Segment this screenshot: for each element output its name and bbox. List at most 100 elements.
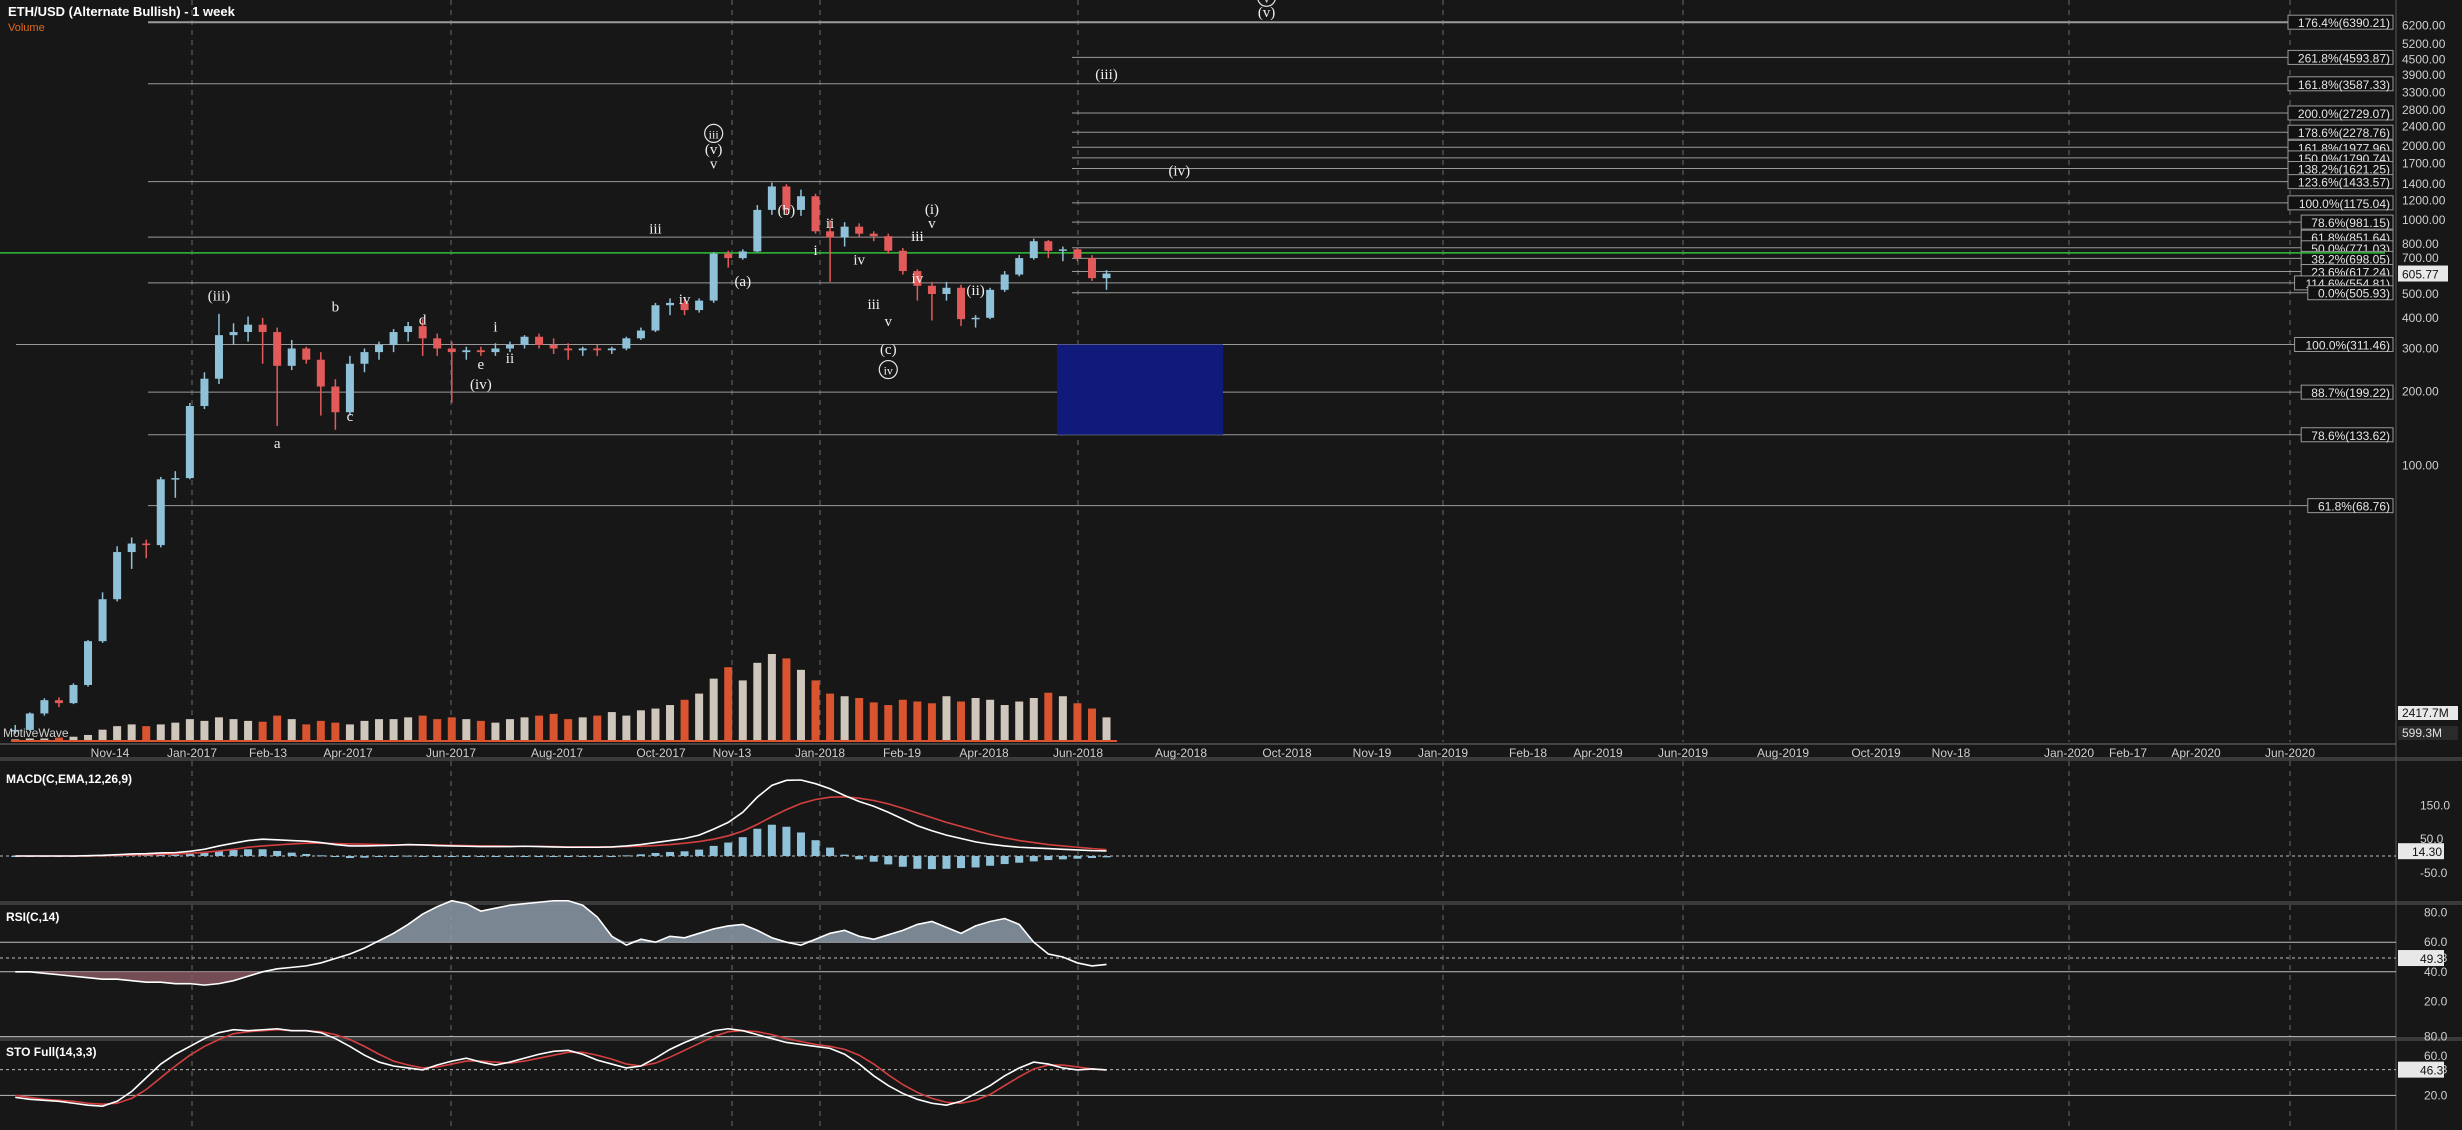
macd-histogram-bar — [942, 856, 951, 869]
macd-histogram-bar — [855, 856, 864, 860]
candle-body — [636, 330, 645, 339]
x-tick-label: Jan-2019 — [1418, 746, 1468, 760]
macd-histogram-bar — [593, 856, 602, 857]
volume-bar — [433, 719, 442, 742]
volume-bar — [1087, 708, 1096, 742]
candle-body — [753, 209, 762, 252]
macd-histogram-bar — [316, 855, 325, 857]
volume-bar — [636, 710, 645, 742]
macd-histogram-bar — [404, 855, 413, 857]
volume-bar — [680, 699, 689, 742]
wave-label: (iii) — [1095, 67, 1118, 83]
fib-level-label: 78.6%(981.15) — [2311, 216, 2390, 230]
candle-body — [520, 336, 529, 345]
volume-bar — [535, 715, 544, 742]
volume-bar — [564, 719, 573, 742]
volume-label: Volume — [8, 22, 45, 34]
volume-bar — [869, 702, 878, 742]
x-tick-label: Oct-2018 — [1262, 746, 1312, 760]
candle-body — [1102, 273, 1111, 279]
volume-bar — [811, 680, 820, 742]
macd-histogram-bar — [273, 850, 282, 856]
candle-body — [971, 317, 980, 320]
rsi-y-tick: 20.0 — [2424, 994, 2448, 1008]
macd-histogram-bar — [622, 855, 631, 857]
candle-body — [942, 287, 951, 294]
candle-body — [1087, 258, 1096, 279]
wave-label: d — [419, 313, 427, 329]
volume-bar — [1000, 705, 1009, 742]
candle-body — [98, 599, 107, 642]
candle-body — [433, 338, 442, 349]
x-tick-label: Nov-13 — [713, 746, 752, 760]
macd-y-tick: -50.0 — [2420, 866, 2448, 880]
candle-body — [331, 386, 340, 413]
volume-bar — [826, 693, 835, 742]
x-tick-label: Oct-2017 — [636, 746, 686, 760]
y-tick-label: 200.00 — [2402, 385, 2439, 399]
x-tick-label: Aug-2018 — [1155, 746, 1207, 760]
macd-histogram-bar — [1087, 856, 1096, 859]
y-tick-label: 700.00 — [2402, 251, 2439, 265]
volume-bar — [447, 717, 456, 742]
volume-bar — [927, 703, 936, 742]
wave-label: v — [885, 314, 893, 330]
candle-body — [229, 332, 238, 336]
volume-bar — [244, 720, 253, 742]
macd-histogram-bar — [418, 856, 427, 857]
macd-histogram-bar — [753, 828, 762, 856]
candle-body — [957, 287, 966, 320]
volume-bar — [855, 698, 864, 742]
macd-histogram-bar — [651, 852, 660, 856]
candle-body — [156, 479, 165, 546]
volume-bar — [360, 720, 369, 742]
macd-histogram-bar — [185, 853, 194, 856]
volume-bar — [738, 680, 747, 742]
candle-body — [1044, 241, 1053, 251]
candle-body — [113, 552, 122, 600]
sto-y-tick: 20.0 — [2424, 1088, 2448, 1102]
volume-bar — [724, 667, 733, 742]
candle-body — [200, 378, 209, 406]
macd-histogram-bar — [287, 852, 296, 856]
wave-label: ii — [826, 216, 834, 232]
macd-histogram-bar — [986, 856, 995, 866]
volume-bar — [1058, 696, 1067, 742]
macd-y-tick: 150.0 — [2420, 799, 2450, 813]
macd-histogram-bar — [927, 856, 936, 870]
candle-body — [986, 289, 995, 318]
x-tick-label: Aug-2019 — [1757, 746, 1809, 760]
candle-body — [244, 324, 253, 333]
y-tick-label: 400.00 — [2402, 311, 2439, 325]
macd-histogram-bar — [331, 856, 340, 858]
x-tick-label: Nov-18 — [1932, 746, 1971, 760]
macd-histogram-bar — [782, 826, 791, 856]
fib-level-label: 176.4%(6390.21) — [2298, 16, 2390, 30]
volume-bar — [345, 724, 354, 742]
volume-bar — [622, 715, 631, 742]
candle-body — [40, 700, 49, 714]
candle-body — [185, 405, 194, 479]
wave-label: i — [493, 319, 497, 335]
volume-bar — [142, 726, 151, 742]
macd-histogram-bar — [869, 856, 878, 862]
volume-baseline — [11, 740, 1118, 742]
wave-label: (c) — [880, 342, 897, 358]
x-tick-label: Nov-14 — [91, 746, 130, 760]
last-price-label: 605.77 — [2402, 268, 2439, 282]
volume-bar — [127, 724, 136, 742]
x-tick-label: Apr-2020 — [2171, 746, 2221, 760]
candle-body — [345, 363, 354, 413]
volume-bar — [316, 720, 325, 742]
volume-bar — [753, 662, 762, 742]
volume-bar — [1015, 701, 1024, 742]
rsi-y-tick: 60.0 — [2424, 935, 2448, 949]
x-tick-label: Jun-2017 — [426, 746, 476, 760]
candle-body — [695, 300, 704, 311]
volume-bar — [898, 699, 907, 742]
wave-label: (v) — [705, 142, 723, 158]
candle-body — [840, 226, 849, 238]
macd-histogram-bar — [258, 849, 267, 856]
y-tick-label: 2000.00 — [2402, 139, 2446, 153]
macd-last-label: 14.30 — [2412, 845, 2442, 859]
